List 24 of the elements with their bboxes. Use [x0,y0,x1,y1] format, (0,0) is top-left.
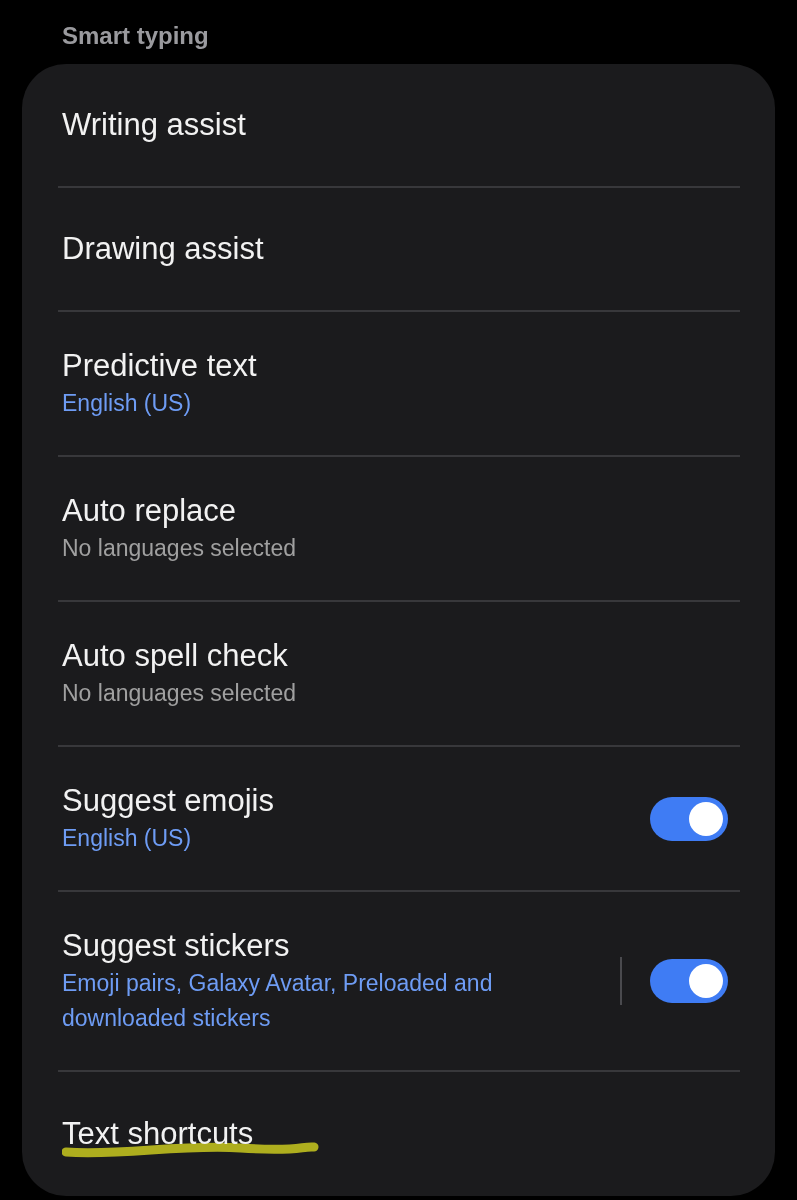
toggle-switch[interactable] [650,959,728,1003]
section-header: Smart typing [61,21,210,51]
item-subtitle: English (US) [62,824,193,853]
item-subtitle: English (US) [62,389,193,418]
item-title: Drawing assist [62,231,264,266]
settings-item[interactable]: Predictive text English (US) [58,312,740,457]
item-subtitle: No languages selected [62,679,297,708]
item-subtitle: No languages selected [62,534,297,563]
item-subtitle: Emoji pairs, Galaxy Avatar, Preloaded and downloaded stickers [62,969,494,1033]
item-title: Writing assist [62,107,246,142]
toggle-switch[interactable] [650,796,728,841]
item-title: Suggest emojis [62,783,274,818]
item-title: Suggest stickers [62,928,290,963]
item-title: Auto spell check [62,638,288,673]
settings-item[interactable]: Auto spell check No languages selected [58,602,740,747]
settings-item[interactable]: Drawing assist [58,188,740,312]
item-title: Predictive text [62,348,257,383]
settings-item[interactable]: Auto replace No languages selected [58,457,740,602]
settings-item[interactable]: Suggest stickers Emoji pairs, Galaxy Avatar, Preloaded and downloaded stickers [58,892,740,1072]
item-title: Auto replace [62,493,237,528]
settings-item[interactable]: Suggest emojis English (US) [58,747,740,892]
settings-item[interactable]: Text shortcuts [58,1072,740,1196]
settings-item[interactable]: Writing assist [58,64,740,188]
item-title: Text shortcuts [62,1116,254,1151]
